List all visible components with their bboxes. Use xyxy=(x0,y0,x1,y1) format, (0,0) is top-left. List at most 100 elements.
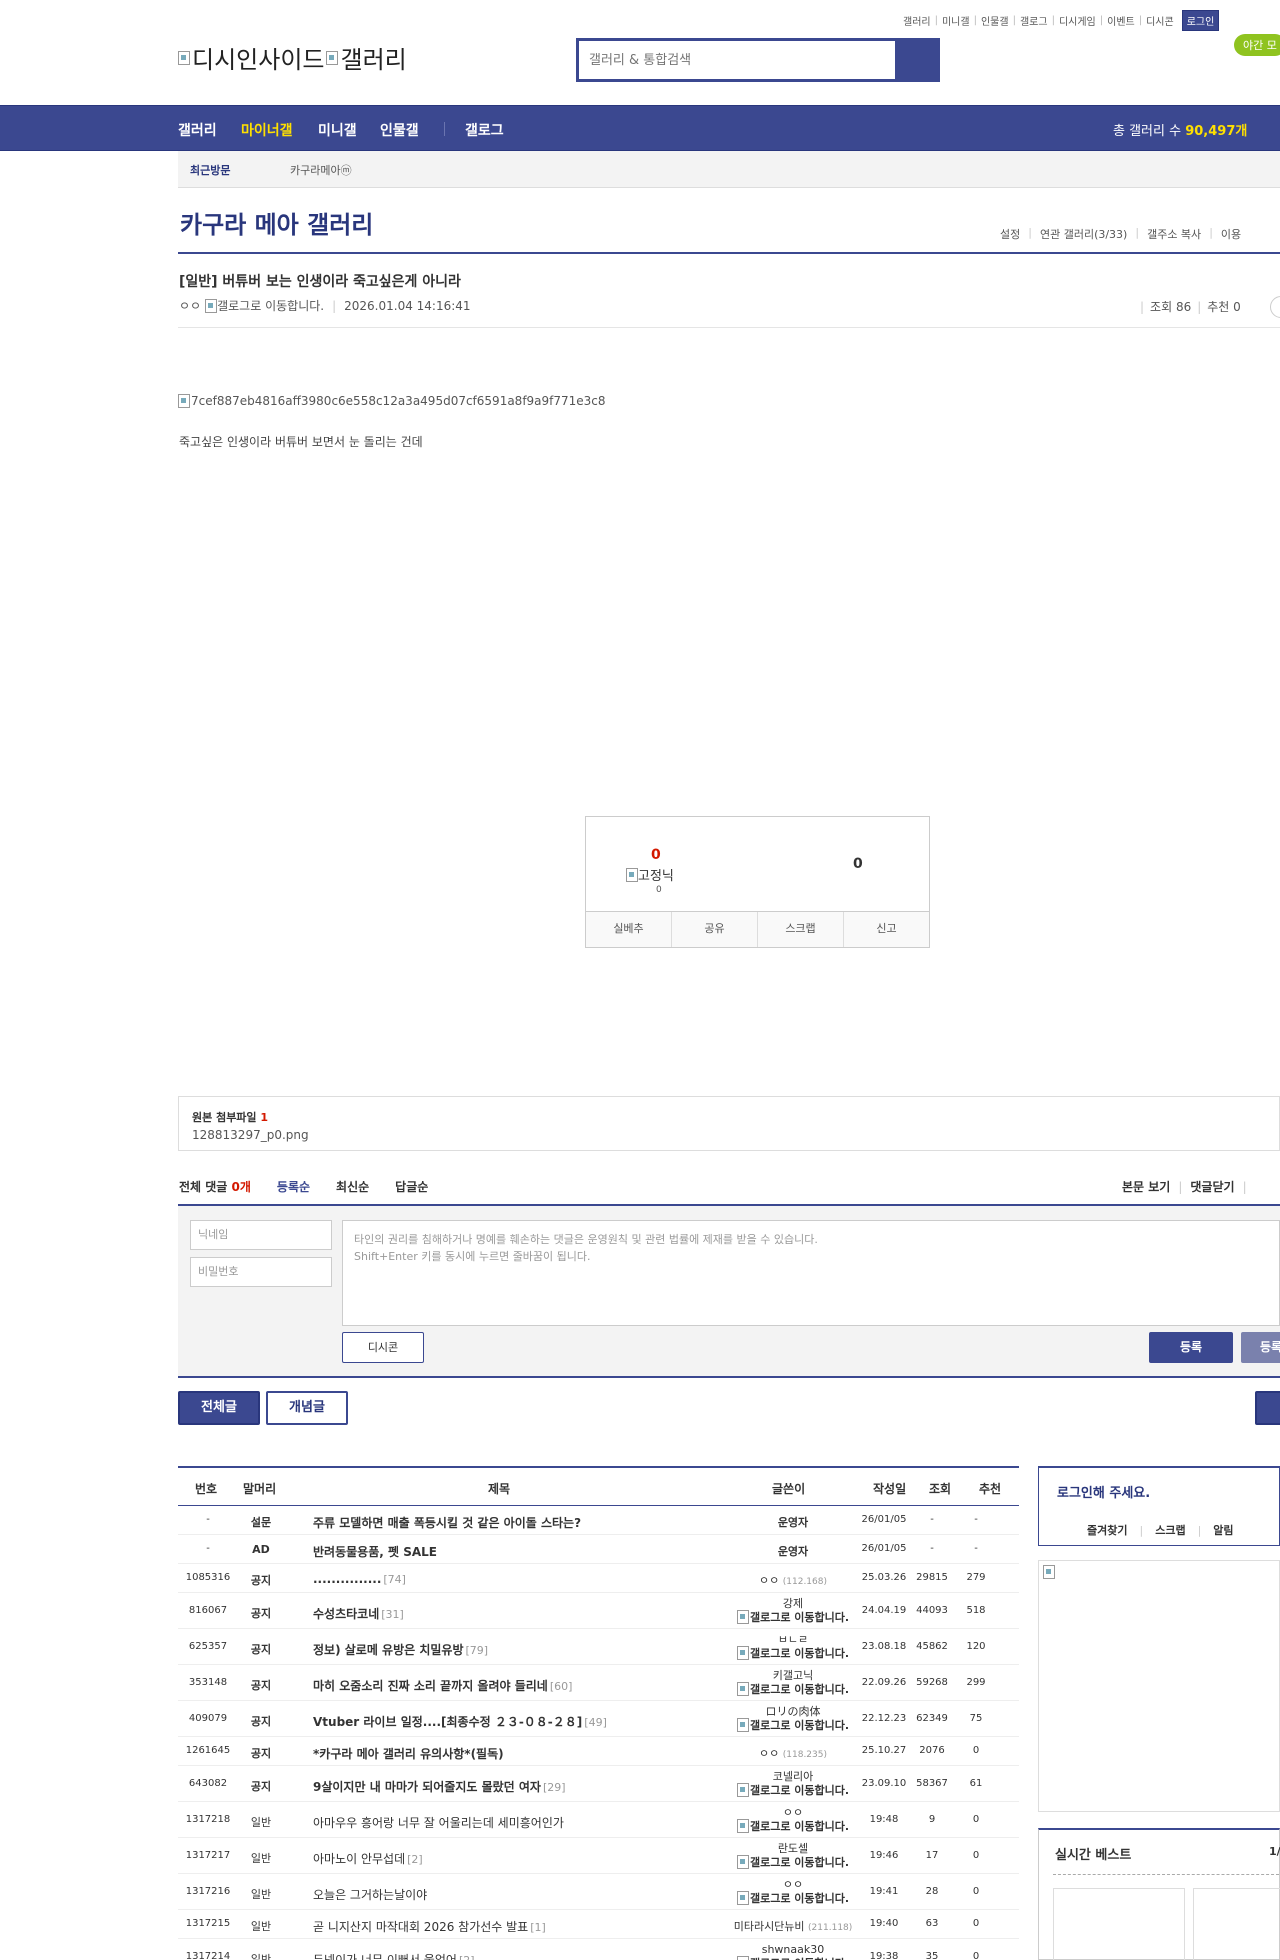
row-reply-count[interactable]: [29] xyxy=(543,1781,566,1794)
gallog-link[interactable]: 갤로그로 이동합니다. xyxy=(728,1819,858,1833)
util-link-mini[interactable]: 미니갤 xyxy=(942,13,970,28)
gallog-icon[interactable] xyxy=(205,298,218,313)
comment-textarea[interactable]: 타인의 권리를 침해하거나 명예를 훼손하는 댓글은 운영원칙 및 관련 법률에… xyxy=(342,1220,1280,1326)
row-writer-name[interactable]: ロリの肉体 xyxy=(728,1705,858,1718)
register-button[interactable]: 등록 xyxy=(1149,1332,1233,1363)
gallog-link[interactable]: 갤로그로 이동합니다. xyxy=(728,1682,858,1696)
scrap-link[interactable]: 스크랩 xyxy=(1155,1524,1185,1537)
table-row[interactable]: 1317216 일반 오늘은 그거하는날이야 ㅇㅇ 갤로그로 이동합니다. 19:41 28… xyxy=(178,1874,1019,1910)
row-title-text[interactable]: 수성츠타코네 xyxy=(313,1607,379,1621)
row-title[interactable]: 오늘은 그거하는날이야 xyxy=(313,1886,427,1903)
downvote-count[interactable]: 0 xyxy=(853,856,863,872)
row-writer-name[interactable]: ㅇㅇ xyxy=(728,1806,858,1819)
recent-visit-item[interactable]: 카구라메아ⓜ xyxy=(290,162,352,178)
table-row[interactable]: 1317214 일반 두넹이가 너무 이뻐서 울었어[2] shwnaak30갤로그로… xyxy=(178,1939,1019,1960)
dccon-button[interactable]: 디시콘 xyxy=(342,1332,424,1363)
row-title[interactable]: 9살이지만 내 마마가 되어줄지도 몰랐던 여자 [29] xyxy=(313,1778,566,1795)
site-logo[interactable]: 디시인사이드 갤러리 xyxy=(178,40,407,75)
row-title[interactable]: 정보) 살로메 유방은 치밀유방 [79] xyxy=(313,1641,488,1658)
table-row[interactable]: 1317217 일반 아마노이 안무섭데 [2] 란도셀 갤로그로 이동합니다. 19:46… xyxy=(178,1838,1019,1874)
util-link-gallog[interactable]: 갤로그 xyxy=(1020,13,1048,28)
row-title[interactable]: 마히 오줌소리 진짜 소리 끝까지 올려야 들리네 [60] xyxy=(313,1677,572,1694)
row-writer[interactable]: shwnaak30갤로그로 이동합니다. xyxy=(728,1943,858,1960)
row-writer[interactable]: ロリの肉体 갤로그로 이동합니다. xyxy=(728,1705,858,1732)
scrap-button[interactable]: 스크랩 xyxy=(758,912,844,947)
util-link-game[interactable]: 디시게임 xyxy=(1059,13,1096,28)
row-title-text[interactable]: 주류 모델하면 매출 폭등시킬 것 같은 아이돌 스타는? xyxy=(313,1516,581,1530)
share-button[interactable]: 공유 xyxy=(672,912,758,947)
row-title-text[interactable]: 아마노이 안무섭데 xyxy=(313,1852,405,1866)
row-writer-name[interactable]: 미타라시단뉴비 xyxy=(734,1920,805,1933)
util-link-event[interactable]: 이벤트 xyxy=(1107,13,1135,28)
search-button[interactable] xyxy=(895,41,937,79)
table-row[interactable]: 643082 공지 9살이지만 내 마마가 되어줄지도 몰랐던 여자 [29] 코넬리아… xyxy=(178,1766,1019,1802)
row-writer-name[interactable]: ㅂㄴㄹ xyxy=(728,1633,858,1646)
related-gallery-link[interactable]: 연관 갤러리(3/33) xyxy=(1040,226,1127,242)
register-alt-button[interactable]: 등록 xyxy=(1241,1332,1280,1363)
row-writer-name[interactable]: ㅇㅇ xyxy=(759,1574,779,1587)
table-row[interactable]: 1317218 일반 아마우우 흥어랑 너무 잘 어울리는데 세미흥어인가 ㅇㅇ 갤로그… xyxy=(178,1802,1019,1838)
nav-item-gallery[interactable]: 갤러리 xyxy=(178,120,217,140)
gallog-link[interactable]: 갤로그로 이동합니다. xyxy=(728,1855,858,1869)
row-title-text[interactable]: 9살이지만 내 마마가 되어줄지도 몰랐던 여자 xyxy=(313,1780,541,1794)
nav-item-minor[interactable]: 마이너갤 xyxy=(241,120,293,140)
table-row[interactable]: 353148 공지 마히 오줌소리 진짜 소리 끝까지 올려야 들리네 [60] 키갤고… xyxy=(178,1665,1019,1701)
row-reply-count[interactable]: [74] xyxy=(383,1573,406,1586)
row-title-text[interactable]: 두넹이가 너무 이뻐서 울었어 xyxy=(313,1953,457,1960)
upvote-count[interactable]: 0 xyxy=(651,847,661,863)
best-card[interactable] xyxy=(1053,1888,1185,1960)
row-writer-name[interactable]: 키갤고닉 xyxy=(728,1669,858,1682)
row-title[interactable]: 아마노이 안무섭데 [2] xyxy=(313,1850,423,1867)
row-writer[interactable]: 키갤고닉 갤로그로 이동합니다. xyxy=(728,1669,858,1696)
table-row[interactable]: 1317215 일반 곧 니지산지 마작대회 2026 참가선수 발표 [1] 미타라시… xyxy=(178,1910,1019,1939)
row-writer-name[interactable]: ㅇㅇ xyxy=(728,1878,858,1891)
view-body-link[interactable]: 본문 보기 xyxy=(1122,1180,1170,1194)
sort-reply[interactable]: 답글순 xyxy=(395,1178,428,1195)
util-link-person[interactable]: 인물갤 xyxy=(981,13,1009,28)
row-writer-name[interactable]: shwnaak30 xyxy=(728,1943,858,1956)
row-title-text[interactable]: 곧 니지산지 마작대회 2026 참가선수 발표 xyxy=(313,1920,528,1934)
row-title-text[interactable]: 반려동물용품, 펫 SALE xyxy=(313,1545,437,1559)
row-title-text[interactable]: 아마우우 흥어랑 너무 잘 어울리는데 세미흥어인가 xyxy=(313,1816,564,1830)
login-button[interactable]: 로그인 xyxy=(1181,10,1220,31)
row-title-text[interactable]: 정보) 살로메 유방은 치밀유방 xyxy=(313,1643,464,1657)
row-title-text[interactable]: *카구라 메아 갤러리 유의사항*(필독) xyxy=(313,1747,504,1761)
row-reply-count[interactable]: [49] xyxy=(584,1716,607,1729)
night-mode-button[interactable]: 야간 모 xyxy=(1234,34,1280,56)
gallog-link[interactable]: 갤로그로 이동합니다. xyxy=(728,1610,858,1624)
row-reply-count[interactable]: [31] xyxy=(381,1608,404,1621)
gallog-link[interactable]: 갤로그로 이동합니다. xyxy=(728,1891,858,1905)
row-title-text[interactable]: Vtuber 라이브 일정....[최종수정 ２３-０８-２８] xyxy=(313,1715,582,1729)
row-reply-count[interactable]: [79] xyxy=(466,1644,489,1657)
recent-visits-title[interactable]: 최근방문 xyxy=(190,162,230,178)
sort-latest[interactable]: 최신순 xyxy=(336,1178,369,1195)
row-title[interactable]: ............... [74] xyxy=(313,1572,406,1586)
row-title[interactable]: 주류 모델하면 매출 폭등시킬 것 같은 아이돌 스타는? xyxy=(313,1514,581,1531)
favorites-link[interactable]: 즐겨찾기 xyxy=(1087,1524,1127,1537)
usage-link[interactable]: 이용 xyxy=(1221,226,1241,242)
table-row[interactable]: - 설문 주류 모델하면 매출 폭등시킬 것 같은 아이돌 스타는? 운영자 26/01… xyxy=(178,1506,1019,1535)
row-writer[interactable]: 운영자 xyxy=(728,1543,858,1559)
row-title-text[interactable]: ............... xyxy=(313,1572,381,1586)
table-row[interactable]: 1085316 공지............... [74] ㅇㅇ (112.168)… xyxy=(178,1564,1019,1593)
nav-item-mini[interactable]: 미니갤 xyxy=(318,120,357,140)
notification-link[interactable]: 알림 xyxy=(1213,1524,1233,1537)
row-writer[interactable]: ㅇㅇ (118.235) xyxy=(728,1745,858,1761)
row-title[interactable]: 반려동물용품, 펫 SALE xyxy=(313,1543,437,1560)
tab-concept-posts[interactable]: 개념글 xyxy=(266,1391,348,1425)
row-writer-name[interactable]: 강제 xyxy=(728,1597,858,1610)
row-writer-name[interactable]: ㅇㅇ xyxy=(759,1747,779,1760)
sidebar-ad[interactable] xyxy=(1038,1560,1280,1812)
gallog-link[interactable]: 갤로그로 이동합니다. xyxy=(728,1956,858,1960)
table-row[interactable]: 625357 공지 정보) 살로메 유방은 치밀유방 [79] ㅂㄴㄹ 갤로그로 이동합니… xyxy=(178,1629,1019,1665)
post-option-button[interactable] xyxy=(1270,296,1280,318)
row-writer[interactable]: 운영자 xyxy=(728,1514,858,1530)
attachment-file[interactable]: 128813297_p0.png xyxy=(192,1128,309,1142)
row-writer[interactable]: 란도셀 갤로그로 이동합니다. xyxy=(728,1842,858,1869)
settings-link[interactable]: 설정 xyxy=(1000,226,1020,242)
row-writer[interactable]: ㅇㅇ (112.168) xyxy=(728,1572,858,1588)
nickname-field[interactable]: 닉네임 xyxy=(190,1220,332,1250)
row-writer[interactable]: 코넬리아 갤로그로 이동합니다. xyxy=(728,1770,858,1797)
row-writer[interactable]: ㅂㄴㄹ 갤로그로 이동합니다. xyxy=(728,1633,858,1660)
tab-all-posts[interactable]: 전체글 xyxy=(178,1391,260,1425)
